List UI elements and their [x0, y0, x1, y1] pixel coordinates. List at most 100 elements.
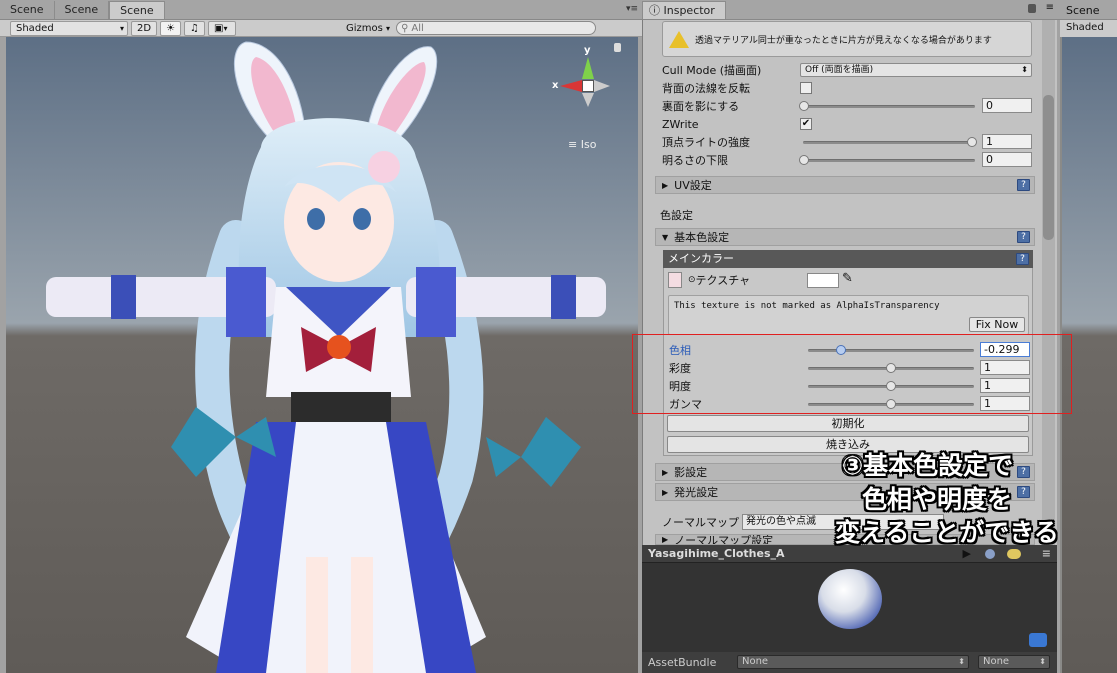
light-toggle-icon[interactable] [1007, 549, 1021, 559]
left-cuff [111, 275, 136, 319]
main-color-swatch[interactable] [807, 273, 839, 288]
help-icon[interactable]: ? [1017, 231, 1030, 243]
scene-toolbar: Shaded ▾ 2D ☀ ♫ ▣▾ Gizmos ▾ ⚲ All [0, 20, 642, 37]
cull-mode-row: Cull Mode (描画面) [662, 62, 761, 78]
lock-icon[interactable] [614, 43, 621, 52]
eyedropper-icon[interactable]: ✎ [842, 271, 853, 286]
tab-menu-icon[interactable]: ≡ [1046, 2, 1054, 13]
slider-knob[interactable] [799, 101, 809, 111]
lock-icon[interactable] [1028, 4, 1036, 13]
hair-flower [368, 151, 400, 183]
scene-tab-3[interactable]: Scene [109, 1, 165, 19]
material-preview-sphere[interactable] [818, 569, 882, 629]
audio-toggle[interactable]: ♫ [184, 20, 205, 36]
shadow-back-field[interactable]: 0 [982, 98, 1032, 113]
chevron-down-icon: ▾ [119, 23, 124, 33]
backface-normal-label: 背面の法線を反転 [662, 82, 750, 95]
bow-flower [327, 335, 351, 359]
warning-icon [669, 30, 689, 48]
vertex-light-row: 頂点ライトの強度 [662, 134, 750, 150]
triangle-down-icon: ▼ [662, 232, 669, 242]
left-sleeve [226, 267, 266, 337]
right-eye [353, 208, 371, 230]
main-color-header: メインカラー? [663, 250, 1033, 268]
min-brightness-row: 明るさの下限 [662, 152, 728, 168]
assetbundle-label: AssetBundle [648, 656, 717, 669]
chevron-updown-icon: ⬍ [1039, 657, 1046, 666]
search-icon: ⚲ [401, 22, 409, 34]
scene-viewport[interactable]: y x ≡ Iso [6, 37, 638, 673]
help-icon[interactable]: ? [1017, 486, 1030, 498]
scrollbar-thumb[interactable] [1043, 95, 1054, 240]
backface-normal-checkbox[interactable] [800, 82, 812, 94]
scene-render [6, 37, 638, 673]
sphere-icon[interactable] [985, 549, 995, 559]
gizmo-x-axis[interactable] [560, 80, 582, 92]
search-input[interactable]: All [411, 23, 423, 34]
gizmos-dropdown[interactable]: Gizmos ▾ [346, 23, 390, 34]
gizmos-label: Gizmos [346, 22, 383, 34]
scene-search[interactable]: ⚲ All [396, 21, 597, 35]
info-icon: ⓘ [649, 4, 664, 17]
reset-button[interactable]: 初期化 [667, 415, 1029, 432]
slider-knob[interactable] [799, 155, 809, 165]
help-icon[interactable]: ? [1017, 466, 1030, 478]
tab-menu-icon[interactable]: ▾≡ [626, 4, 638, 14]
vertex-light-slider[interactable] [803, 137, 977, 147]
min-brightness-field[interactable]: 0 [982, 152, 1032, 167]
variant-dropdown[interactable]: None ⬍ [978, 655, 1050, 669]
preview-title: Yasagihime_Clothes_A [648, 547, 785, 560]
min-brightness-slider[interactable] [799, 155, 975, 165]
tag-icon[interactable] [1029, 633, 1047, 647]
min-brightness-label: 明るさの下限 [662, 154, 728, 167]
alpha-warning-box: This texture is not marked as AlphaIsTra… [668, 295, 1029, 335]
slider-knob[interactable] [967, 137, 977, 147]
orientation-gizmo[interactable]: y x ≡ Iso [552, 43, 622, 151]
scene-tab-2[interactable]: Scene [55, 1, 110, 19]
color-settings-header: 色設定 [660, 209, 693, 222]
cull-mode-label: Cull Mode (描画面) [662, 64, 762, 77]
gizmo-z-axis[interactable] [594, 80, 610, 92]
zwrite-checkbox[interactable]: ✔ [800, 118, 812, 130]
vertex-light-field[interactable]: 1 [982, 134, 1032, 149]
circle-target-icon[interactable]: ⊙ [688, 275, 696, 285]
shading-dropdown[interactable]: Shaded ▾ [10, 20, 128, 36]
chevron-updown-icon: ⬍ [958, 657, 965, 666]
main-color-title: メインカラー [668, 252, 734, 265]
effects-dropdown[interactable]: ▣▾ [208, 20, 236, 36]
fix-now-button[interactable]: Fix Now [969, 317, 1025, 332]
right-scene-tab[interactable]: Scene [1060, 0, 1117, 20]
gizmo-center-cube[interactable] [582, 80, 594, 92]
right-leg [351, 557, 373, 673]
help-icon[interactable]: ? [1017, 179, 1030, 191]
triangle-right-icon: ▶ [662, 467, 669, 477]
bundle-value: None [742, 656, 769, 667]
base-color-foldout[interactable]: ▼ 基本色設定? [655, 228, 1035, 246]
projection-label[interactable]: ≡ Iso [568, 138, 596, 151]
shadow-back-slider[interactable] [799, 101, 975, 111]
texture-thumbnail[interactable] [668, 272, 682, 288]
inspector-tab[interactable]: ⓘ Inspector [642, 1, 726, 19]
inspector-scrollbar[interactable] [1042, 20, 1055, 545]
annotation-line-2: 色相や明度を [862, 485, 1013, 514]
obi-belt [291, 392, 391, 422]
cull-mode-dropdown[interactable]: Off (両面を描画) ⬍ [800, 63, 1032, 77]
gizmo-neg-y-axis[interactable] [582, 93, 594, 107]
assetbundle-dropdown[interactable]: None ⬍ [737, 655, 969, 669]
help-icon[interactable]: ? [1016, 253, 1029, 265]
shading-value: Shaded [16, 22, 54, 34]
gizmo-y-axis[interactable] [582, 57, 594, 79]
shadow-back-row: 裏面を影にする [662, 98, 739, 114]
lighting-toggle[interactable]: ☀ [160, 20, 182, 36]
backface-row: 背面の法線を反転 [662, 80, 750, 96]
inspector-tab-bar: ⓘ Inspector ≡ [642, 0, 1060, 20]
scene-tab-1[interactable]: Scene [0, 1, 55, 19]
shadow-section-label: 影設定 [674, 466, 708, 479]
right-scene-shading[interactable]: Shaded [1060, 20, 1117, 37]
mode-2d-button[interactable]: 2D [131, 20, 158, 36]
gizmo-x-label: x [552, 80, 559, 91]
uv-settings-foldout[interactable]: ▶ UV設定? [655, 176, 1035, 194]
zwrite-label: ZWrite [662, 117, 699, 131]
triangle-right-icon: ▶ [662, 487, 669, 497]
cull-mode-value: Off (両面を描画) [805, 65, 874, 75]
